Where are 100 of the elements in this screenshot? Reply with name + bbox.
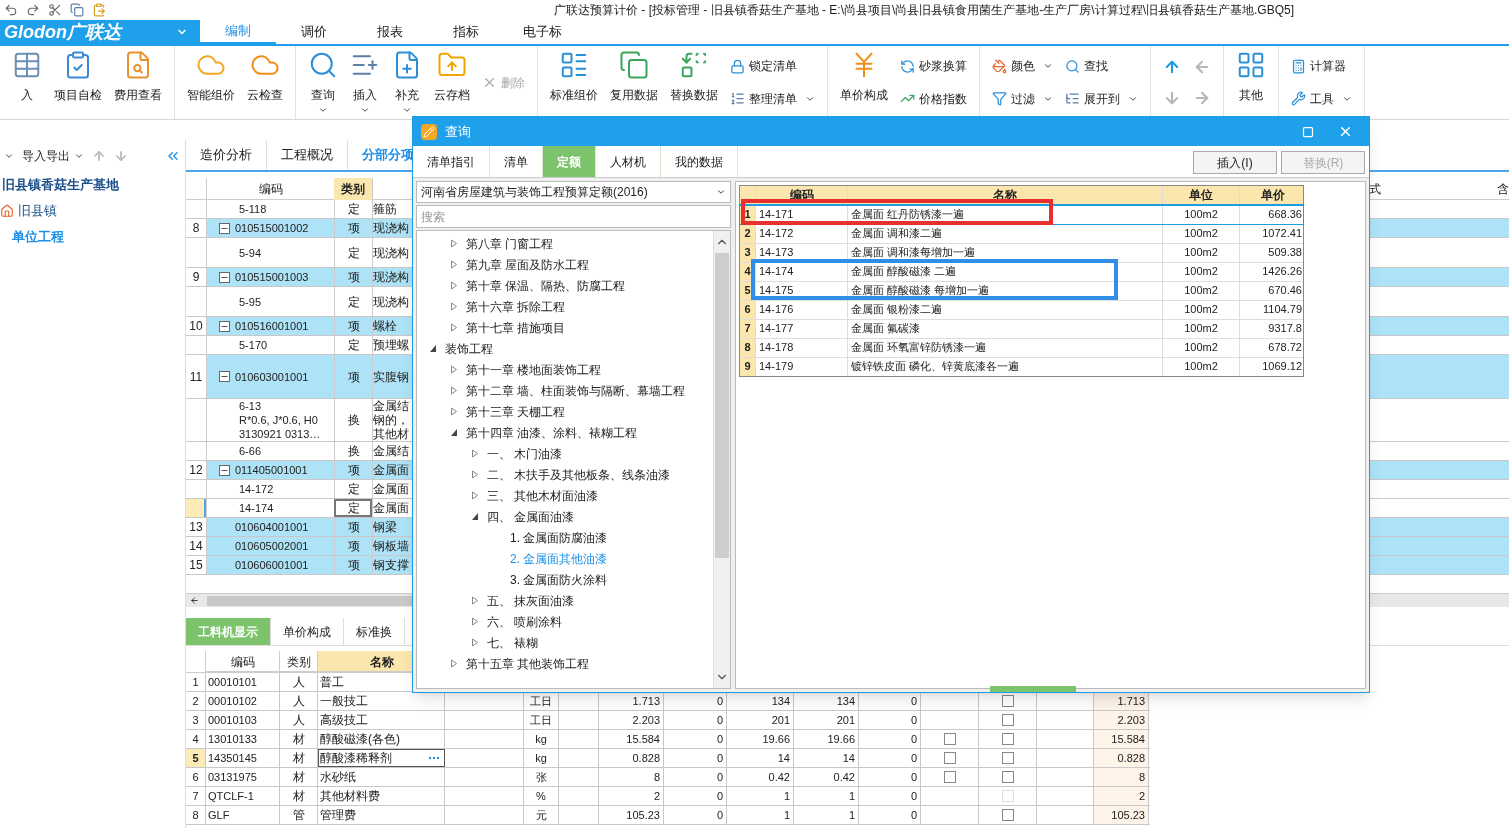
ribbon-button[interactable]: 补充 <box>388 46 426 119</box>
checkbox[interactable] <box>1001 771 1014 783</box>
ribbon-button[interactable]: 计算器 <box>1287 57 1356 76</box>
checkbox[interactable] <box>1001 752 1014 764</box>
library-dropdown[interactable]: 河南省房屋建筑与装饰工程预算定额(2016) <box>416 181 731 203</box>
collapse-icon[interactable] <box>219 271 230 283</box>
menu-tab[interactable]: 电子标 <box>504 20 580 44</box>
collapsed-triangle-icon[interactable] <box>471 470 479 479</box>
collapse-icon[interactable] <box>219 371 230 382</box>
collapse-icon[interactable] <box>219 464 230 476</box>
ribbon-button[interactable]: 工具 <box>1287 89 1356 108</box>
paste-icon[interactable] <box>92 3 106 17</box>
arrow-down-icon[interactable] <box>114 149 128 163</box>
collapse-icon[interactable] <box>219 222 230 234</box>
expanded-triangle-icon[interactable] <box>450 428 458 437</box>
ribbon-button[interactable]: 复用数据 <box>606 46 662 119</box>
content-tab[interactable]: 造价分析 <box>186 140 267 170</box>
dialog-tab[interactable]: 人材机 <box>596 146 661 177</box>
collapse-handle[interactable] <box>990 686 1076 692</box>
result-row[interactable]: 3 14-173 金属面 调和漆每增加一遍 100m2 509.38 <box>740 243 1303 262</box>
ribbon-button[interactable]: 单价构成 <box>836 46 892 119</box>
redo-icon[interactable] <box>26 3 40 17</box>
checkbox[interactable] <box>1001 695 1014 707</box>
collapsed-triangle-icon[interactable] <box>450 407 458 416</box>
checkbox[interactable] <box>1001 714 1014 726</box>
dialog-tab[interactable]: 清单指引 <box>413 146 490 177</box>
dialog-button[interactable]: 插入(I) <box>1193 151 1277 174</box>
tree-item[interactable]: 七、 裱糊 <box>487 633 539 652</box>
collapsed-triangle-icon[interactable] <box>471 491 479 500</box>
ribbon-button[interactable]: 整理清单 <box>726 89 819 108</box>
ribbon-button[interactable]: 查找 <box>1061 57 1142 76</box>
content-tab[interactable]: 工程概况 <box>267 140 348 170</box>
tree-item[interactable]: 3. 金属面防火涂料 <box>510 570 608 589</box>
menu-tab[interactable]: 调价 <box>276 20 352 44</box>
tree-item[interactable]: 第十六章 拆除工程 <box>466 297 566 316</box>
result-row[interactable]: 9 14-179 镀锌铁皮面 磷化、锌黄底漆各一遍 100m2 1069.12 <box>740 357 1303 376</box>
collapsed-triangle-icon[interactable] <box>450 281 458 290</box>
tree-item[interactable]: 二、 木扶手及其他板条、线条油漆 <box>487 465 671 484</box>
tree-item[interactable]: 四、 金属面油漆 <box>487 507 575 526</box>
menu-tab[interactable]: 指标 <box>428 20 504 44</box>
result-row[interactable]: 5 14-175 金属面 醇酸磁漆 每增加一遍 100m2 670.46 <box>740 281 1303 300</box>
ribbon-button[interactable]: 其他 <box>1232 46 1270 119</box>
tree-item[interactable]: 第十七章 措施项目 <box>466 318 566 337</box>
ribbon-button[interactable]: 查询 <box>304 46 342 119</box>
collapsed-triangle-icon[interactable] <box>450 260 458 269</box>
ribbon-button[interactable]: 价格指数 <box>896 89 971 108</box>
tree-item[interactable]: 第九章 屋面及防水工程 <box>466 255 590 274</box>
ribbon-button[interactable]: 过滤 <box>988 89 1057 108</box>
ribbon-button[interactable]: 锁定清单 <box>726 57 819 76</box>
checkbox[interactable] <box>1001 733 1014 745</box>
tree-item[interactable]: 旧县镇 <box>18 201 57 221</box>
expanded-triangle-icon[interactable] <box>471 512 479 521</box>
ribbon-button[interactable]: 替换数据 <box>666 46 722 119</box>
collapsed-triangle-icon[interactable] <box>450 239 458 248</box>
checkbox[interactable] <box>943 771 956 783</box>
collapsed-triangle-icon[interactable] <box>450 323 458 332</box>
collapsed-triangle-icon[interactable] <box>471 638 479 647</box>
ribbon-button[interactable]: 云存档 <box>430 46 474 119</box>
tree-item[interactable]: 六、 喷刷涂料 <box>487 612 563 631</box>
ribbon-button[interactable]: 智能组价 <box>183 46 239 119</box>
tree-item[interactable]: 旧县镇香菇生产基地 <box>2 175 119 195</box>
ribbon-button[interactable]: 项目自检 <box>50 46 106 119</box>
tree-item[interactable]: 1. 金属面防腐油漆 <box>510 528 608 547</box>
maximize-icon[interactable] <box>1302 125 1314 138</box>
collapse-icon[interactable] <box>219 320 230 332</box>
tree-item[interactable]: 第十章 保温、隔热、防腐工程 <box>466 276 626 295</box>
arrow-up-icon[interactable] <box>92 149 106 163</box>
collapsed-triangle-icon[interactable] <box>471 617 479 626</box>
result-row[interactable]: 4 14-174 金属面 醇酸磁漆 二遍 100m2 1426.26 <box>740 262 1303 281</box>
scroll-thumb[interactable] <box>715 253 729 558</box>
menu-tab[interactable]: 报表 <box>352 20 428 44</box>
dialog-tab[interactable]: 我的数据 <box>661 146 738 177</box>
scissors-icon[interactable] <box>48 3 62 17</box>
tree-item[interactable]: 第十二章 墙、柱面装饰与隔断、幕墙工程 <box>466 381 686 400</box>
collapsed-triangle-icon[interactable] <box>471 596 479 605</box>
caret-icon[interactable] <box>4 151 14 161</box>
ribbon-button[interactable]: 入 <box>8 46 46 119</box>
tree-item[interactable]: 装饰工程 <box>445 339 493 358</box>
expanded-triangle-icon[interactable] <box>429 344 437 353</box>
ribbon-button[interactable]: 砂浆换算 <box>896 57 971 76</box>
ribbon-button[interactable]: 展开到 <box>1061 89 1142 108</box>
tree-item[interactable]: 第八章 门窗工程 <box>466 234 554 253</box>
checkbox[interactable] <box>943 752 956 764</box>
tree-item[interactable]: 第十一章 楼地面装饰工程 <box>466 360 602 379</box>
collapsed-triangle-icon[interactable] <box>450 386 458 395</box>
ribbon-button[interactable]: 云检查 <box>243 46 287 119</box>
result-row[interactable]: 7 14-177 金属面 氟碳漆 100m2 9317.8 <box>740 319 1303 338</box>
tree-item[interactable]: 一、 木门油漆 <box>487 444 563 463</box>
scroll-left-icon[interactable] <box>190 596 199 605</box>
result-row[interactable]: 6 14-176 金属面 银粉漆二遍 100m2 1104.79 <box>740 300 1303 319</box>
undo-icon[interactable] <box>4 3 18 17</box>
result-row[interactable]: 2 14-172 金属面 调和漆二遍 100m2 1072.41 <box>740 224 1303 243</box>
collapsed-triangle-icon[interactable] <box>450 365 458 374</box>
panel-tab[interactable]: 标准换 <box>344 618 405 645</box>
collapsed-triangle-icon[interactable] <box>450 302 458 311</box>
tree-item[interactable]: 第十四章 油漆、涂料、裱糊工程 <box>466 423 638 442</box>
tree-item[interactable]: 2. 金属面其他油漆 <box>510 549 608 568</box>
import-export-button[interactable]: 导入导出 <box>22 147 84 165</box>
ribbon-button[interactable]: 颜色 <box>988 57 1057 76</box>
copy-icon[interactable] <box>70 3 84 17</box>
